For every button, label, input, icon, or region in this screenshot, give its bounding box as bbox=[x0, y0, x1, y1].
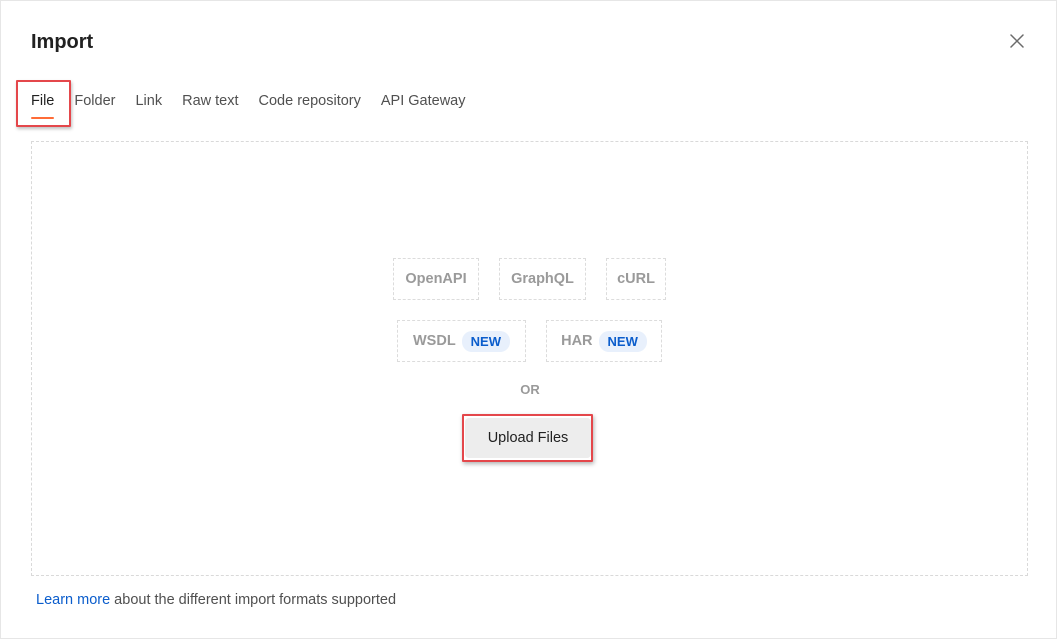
close-icon bbox=[1010, 34, 1024, 48]
upload-files-button[interactable]: Upload Files bbox=[465, 418, 591, 458]
format-wsdl-label: WSDL bbox=[412, 333, 456, 349]
close-button[interactable] bbox=[1005, 29, 1029, 53]
import-tabs: File Folder Link Raw text Code repositor… bbox=[31, 89, 466, 119]
tab-api-gateway[interactable]: API Gateway bbox=[381, 89, 466, 113]
footer-help-text: Learn more about the different import fo… bbox=[36, 592, 396, 608]
format-har: HAR NEW bbox=[546, 320, 662, 362]
format-graphql-label: GraphQL bbox=[511, 271, 574, 287]
format-openapi: OpenAPI bbox=[393, 258, 479, 300]
learn-more-link[interactable]: Learn more bbox=[36, 592, 110, 608]
format-wsdl: WSDL NEW bbox=[397, 320, 526, 362]
new-badge: NEW bbox=[598, 330, 647, 352]
dialog-title: Import bbox=[31, 31, 94, 53]
tab-file[interactable]: File bbox=[31, 89, 55, 119]
or-divider-label: OR bbox=[520, 382, 540, 397]
tab-raw-text[interactable]: Raw text bbox=[182, 89, 238, 113]
format-curl-label: cURL bbox=[617, 271, 655, 287]
format-graphql: GraphQL bbox=[499, 258, 586, 300]
tab-code-repository[interactable]: Code repository bbox=[259, 89, 361, 113]
new-badge: NEW bbox=[461, 330, 511, 352]
file-dropzone[interactable] bbox=[31, 141, 1028, 576]
tab-link[interactable]: Link bbox=[135, 89, 162, 113]
tab-folder[interactable]: Folder bbox=[74, 89, 115, 113]
format-curl: cURL bbox=[606, 258, 666, 300]
footer-text: about the different import formats suppo… bbox=[110, 592, 397, 608]
format-openapi-label: OpenAPI bbox=[405, 271, 467, 287]
import-dialog: Import File Folder Link Raw text Code re… bbox=[0, 0, 1057, 639]
format-har-label: HAR bbox=[561, 333, 593, 349]
